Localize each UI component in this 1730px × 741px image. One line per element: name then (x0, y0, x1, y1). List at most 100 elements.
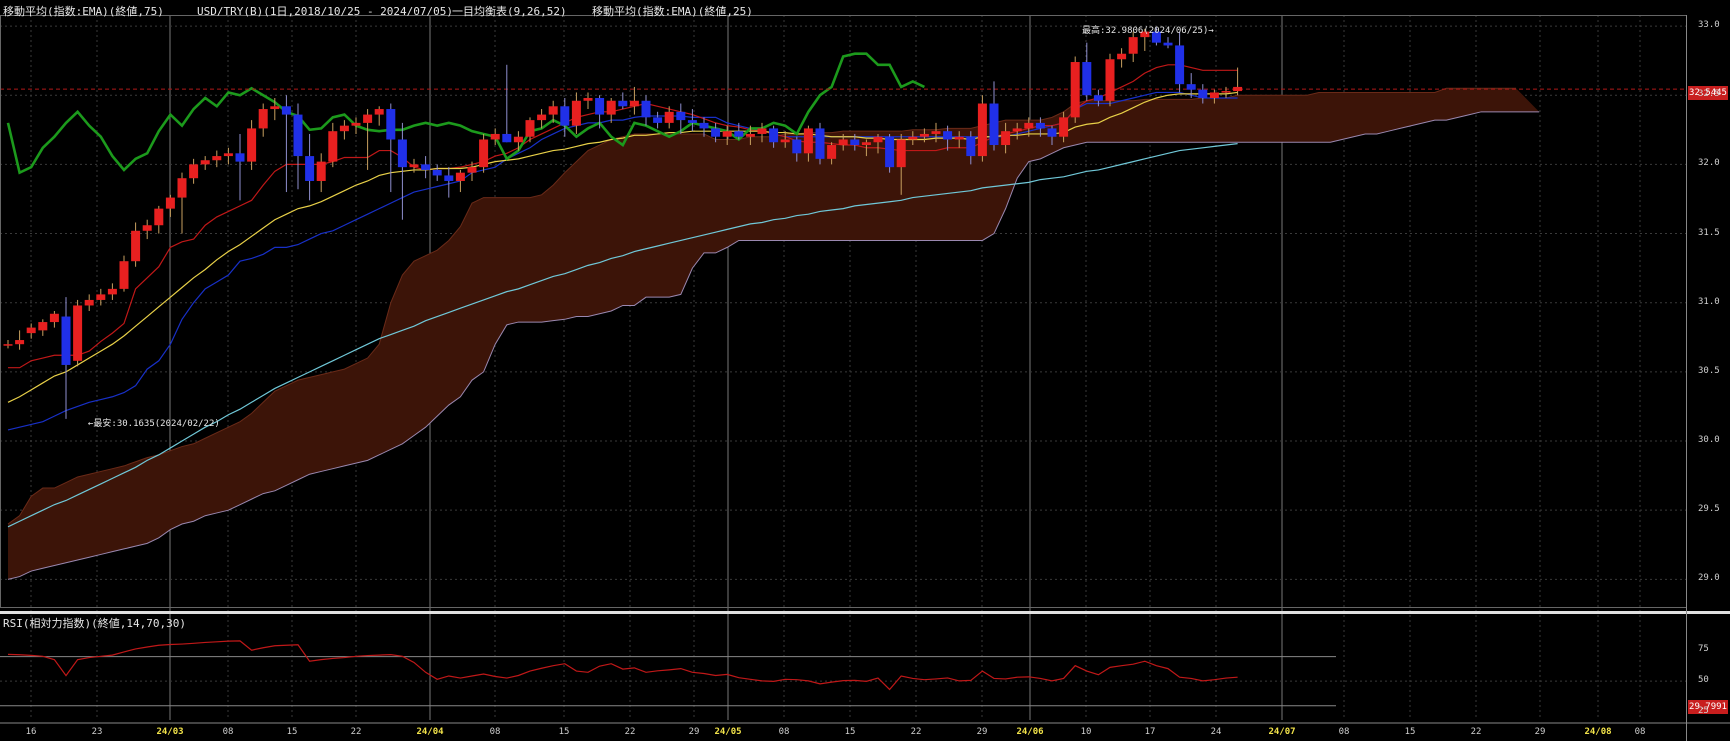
time-tick-label: 29 (976, 727, 988, 737)
candle-body (374, 109, 384, 115)
candle-body (676, 111, 686, 121)
candle-body (1233, 86, 1243, 92)
candle-body (339, 125, 349, 132)
candle-body (757, 128, 767, 134)
low-annotation: ←最安:30.1635(2024/02/22) (88, 419, 220, 429)
candle-body (699, 122, 709, 129)
candle-body (154, 208, 164, 226)
candle-body (1209, 92, 1219, 98)
time-tick-label: 29 (1534, 727, 1546, 737)
rsi-tick-label: 25 (1698, 705, 1709, 716)
price-tick-label: 32.5 (1698, 89, 1720, 100)
candle-body (363, 114, 373, 123)
candle-body (803, 128, 813, 154)
candle-body (258, 109, 268, 129)
candle-body (943, 131, 953, 140)
candle-body (618, 100, 628, 107)
candle-body (432, 169, 442, 176)
time-tick-label: 08 (778, 727, 790, 737)
candle-body (629, 100, 639, 107)
candle-body (641, 100, 651, 118)
rsi-tick-label: 75 (1698, 644, 1709, 655)
candle-body (537, 114, 547, 121)
candle-body (235, 153, 245, 162)
time-tick-label: 08 (1634, 727, 1646, 737)
candle-body (745, 133, 755, 137)
price-tick-label: 30.5 (1698, 365, 1720, 376)
time-tick-label: 16 (25, 727, 37, 737)
candle-body (15, 340, 25, 345)
candle-body (653, 117, 663, 123)
candle-body (1024, 122, 1034, 129)
candle-body (722, 131, 732, 137)
candle-body (397, 139, 407, 168)
candle-body (444, 175, 454, 181)
candle-body (1163, 42, 1173, 46)
ichimoku-legend: 一目均衡表(9,26,52) (452, 5, 567, 18)
candle-body (3, 344, 13, 346)
candle-body (49, 313, 59, 323)
candle-body (293, 114, 303, 157)
candle-body (815, 128, 825, 159)
candle-body (571, 100, 581, 126)
candle-body (1001, 131, 1011, 146)
candle-body (734, 131, 744, 137)
candle-body (1047, 128, 1057, 137)
candle-body (595, 97, 605, 115)
time-tick-label: 24/04 (416, 727, 444, 737)
candle-body (850, 139, 860, 146)
candle-body (885, 136, 895, 168)
candle-body (351, 122, 361, 126)
price-tick-label: 30.0 (1698, 435, 1720, 446)
time-tick-label: 08 (489, 727, 501, 737)
time-tick-label: 24/07 (1268, 727, 1296, 737)
candle-body (247, 128, 257, 162)
price-tick-label: 29.0 (1698, 573, 1720, 584)
candle-body (421, 164, 431, 170)
time-tick-label: 08 (1338, 727, 1350, 737)
candle-body (664, 111, 674, 123)
candle-body (73, 305, 83, 361)
candle-body (1186, 84, 1196, 90)
candle-body (490, 133, 500, 140)
candle-body (919, 133, 929, 137)
candle-body (316, 161, 326, 181)
time-tick-label: 24/05 (714, 727, 742, 737)
candle-body (26, 327, 36, 334)
candle-body (792, 139, 802, 154)
ichimoku-cloud (7, 87, 1540, 580)
candle-body (119, 261, 129, 289)
time-tick-label: 23 (91, 727, 103, 737)
time-tick-label: 22 (350, 727, 362, 737)
price-chart[interactable] (0, 0, 1730, 741)
candle-body (61, 316, 71, 365)
candle-body (1035, 122, 1045, 129)
candle-body (142, 225, 152, 231)
ema75-legend: 移動平均(指数:EMA)(終値,75) (3, 5, 164, 18)
candle-body (223, 153, 233, 157)
candle-body (1175, 45, 1185, 85)
candle-body (896, 139, 906, 168)
time-tick-label: 22 (624, 727, 636, 737)
time-tick-label: 24 (1210, 727, 1222, 737)
candle-body (780, 139, 790, 143)
candle-body (84, 299, 94, 306)
time-tick-label: 22 (1470, 727, 1482, 737)
candle-body (305, 156, 315, 181)
candle-body (548, 106, 558, 115)
candle-body (873, 136, 883, 143)
candle-body (838, 139, 848, 146)
price-tick-label: 31.5 (1698, 227, 1720, 238)
candle-body (107, 288, 117, 295)
candle-body (177, 178, 187, 198)
pane-separator (0, 611, 1730, 614)
candle-body (328, 131, 338, 162)
candle-body (131, 230, 141, 262)
time-tick-label: 10 (1080, 727, 1092, 737)
candle-body (96, 294, 106, 300)
candle-body (1105, 59, 1115, 101)
candle-body (467, 167, 477, 173)
candle-body (711, 128, 721, 137)
candle-body (1198, 89, 1208, 98)
candle-body (455, 172, 465, 181)
